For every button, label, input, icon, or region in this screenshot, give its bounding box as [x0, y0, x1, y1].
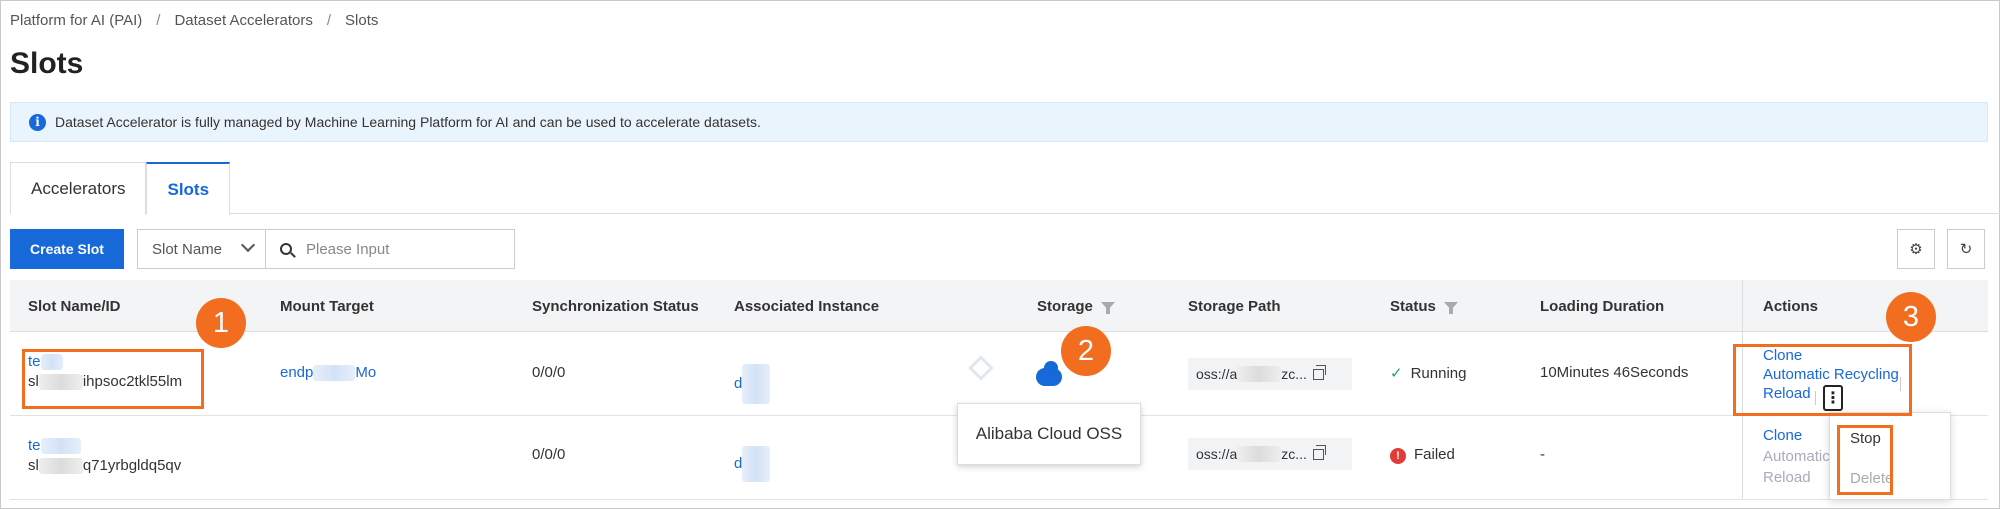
chevron-down-icon — [240, 237, 256, 253]
storage-path-prefix: oss://a — [1196, 366, 1238, 382]
reload-action: Reload — [1763, 469, 1811, 486]
refresh-button[interactable]: ↻ — [1947, 229, 1985, 269]
mount-target-prefix[interactable]: endp — [280, 364, 313, 381]
column-header-storage: Storage — [1037, 280, 1115, 332]
table-header: Slot Name/ID Mount Target Synchronizatio… — [10, 280, 1988, 332]
column-header-loading-duration: Loading Duration — [1540, 297, 1665, 315]
breadcrumb-separator: / — [326, 12, 332, 29]
page-frame: Platform for AI (PAI) / Dataset Accelera… — [0, 0, 2000, 509]
breadcrumb-item-slots: Slots — [345, 12, 379, 29]
search-box — [265, 229, 515, 269]
redacted-text — [1237, 446, 1282, 462]
column-header-storage-path: Storage Path — [1188, 297, 1281, 315]
sync-status-cell: 0/0/0 — [532, 364, 566, 381]
info-notice: i Dataset Accelerator is fully managed b… — [10, 102, 1988, 142]
associated-instance-cell: d — [734, 364, 771, 404]
redacted-text — [742, 446, 771, 482]
info-icon: i — [29, 113, 46, 131]
tab-slots[interactable]: Slots — [146, 162, 231, 215]
breadcrumb-item-accelerators[interactable]: Dataset Accelerators — [174, 12, 312, 29]
search-input[interactable] — [306, 240, 496, 258]
slot-name-cell: te sl q71yrbgldq5qv — [28, 436, 181, 476]
slot-name-link[interactable]: te — [28, 437, 41, 454]
callout-badge-1: 1 — [196, 298, 246, 348]
tab-accelerators[interactable]: Accelerators — [10, 162, 147, 214]
refresh-icon: ↻ — [1959, 241, 1973, 258]
status-cell: ! Failed — [1390, 446, 1455, 464]
status-header-label: Status — [1390, 297, 1436, 315]
slot-id-suffix: q71yrbgldq5qv — [82, 457, 182, 474]
slot-id-prefix: sl — [28, 457, 39, 474]
column-header-slot-name: Slot Name/ID — [28, 297, 121, 315]
storage-header-label: Storage — [1037, 297, 1093, 315]
redacted-text — [313, 365, 356, 382]
associated-instance-link[interactable]: d — [734, 375, 742, 392]
copy-icon[interactable] — [1312, 364, 1326, 380]
callout-badge-3: 3 — [1886, 292, 1936, 342]
associated-instance-cell: d — [734, 446, 771, 482]
automatic-recycling-action: Automatic — [1763, 448, 1830, 465]
redacted-text — [38, 458, 83, 475]
check-icon: ✓ — [1390, 365, 1403, 382]
page-title: Slots — [10, 47, 84, 80]
tab-bar: Accelerators Slots — [10, 162, 2000, 215]
column-header-associated-instance: Associated Instance — [734, 297, 880, 315]
toolbar: Create Slot Slot Name ⚙ ↻ — [10, 229, 1992, 269]
breadcrumb-separator: / — [156, 12, 161, 29]
actions-header-cell: Actions — [1742, 280, 1988, 331]
column-header-sync-status: Synchronization Status — [532, 297, 699, 315]
sync-status-cell: 0/0/0 — [532, 446, 566, 463]
create-slot-button[interactable]: Create Slot — [10, 229, 124, 269]
storage-path-suffix: zc... — [1281, 446, 1307, 462]
column-header-actions: Actions — [1763, 297, 1819, 315]
clone-action[interactable]: Clone — [1763, 426, 1802, 445]
notice-text: Dataset Accelerator is fully managed by … — [55, 114, 761, 130]
storage-tooltip: Alibaba Cloud OSS — [957, 403, 1141, 465]
loading-duration-cell: - — [1540, 446, 1545, 463]
settings-button[interactable]: ⚙ — [1897, 229, 1935, 269]
copy-icon[interactable] — [1312, 444, 1326, 460]
cloud-storage-icon[interactable] — [1036, 361, 1062, 386]
slots-table: Slot Name/ID Mount Target Synchronizatio… — [10, 280, 1988, 500]
filter-select-value: Slot Name — [152, 240, 223, 258]
filter-icon[interactable] — [1100, 302, 1115, 314]
mount-target-cell: endp Mo — [280, 364, 376, 382]
callout-box-actions — [1733, 344, 1912, 416]
breadcrumb: Platform for AI (PAI) / Dataset Accelera… — [10, 12, 378, 29]
redacted-text — [742, 364, 771, 404]
storage-path-prefix: oss://a — [1196, 446, 1238, 462]
associated-instance-link[interactable]: d — [734, 455, 742, 472]
callout-badge-2: 2 — [1061, 326, 1111, 376]
gear-icon: ⚙ — [1909, 241, 1923, 258]
status-cell: ✓ Running — [1390, 364, 1466, 382]
error-icon: ! — [1390, 448, 1406, 464]
redacted-text — [40, 438, 81, 455]
breadcrumb-item-pai[interactable]: Platform for AI (PAI) — [10, 12, 142, 29]
loading-duration-cell: 10Minutes 46Seconds — [1540, 364, 1689, 381]
storage-path-suffix: zc... — [1281, 366, 1307, 382]
mount-target-suffix[interactable]: Mo — [355, 364, 376, 381]
storage-path-cell: oss://a zc... — [1188, 358, 1352, 390]
callout-box-menu — [1837, 425, 1893, 495]
column-header-status: Status — [1390, 280, 1458, 332]
status-text: Failed — [1414, 446, 1455, 463]
column-header-mount-target: Mount Target — [280, 297, 374, 315]
storage-path-cell: oss://a zc... — [1188, 438, 1352, 470]
callout-box-slot-name — [22, 349, 204, 409]
filter-select[interactable]: Slot Name — [137, 229, 265, 269]
status-text: Running — [1410, 365, 1467, 382]
redacted-text — [1237, 366, 1282, 382]
filter-icon[interactable] — [1443, 302, 1458, 314]
search-icon — [280, 243, 292, 255]
diamond-icon — [968, 355, 994, 381]
